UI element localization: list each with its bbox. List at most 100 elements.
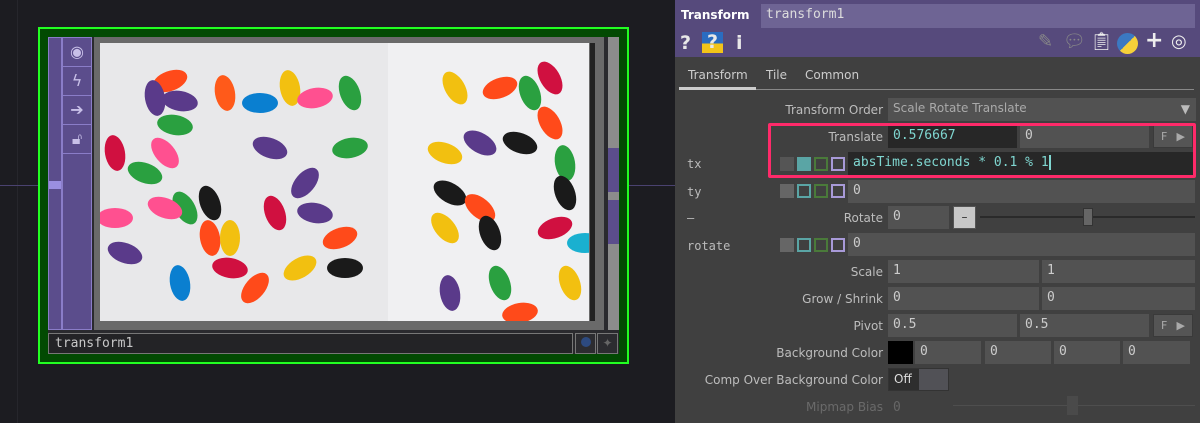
pivot-menu-label: F <box>1161 319 1168 332</box>
jellybean <box>199 220 221 256</box>
bypass-icon[interactable]: ϟ <box>63 67 91 96</box>
jellybean <box>212 257 248 279</box>
scale-x-field[interactable]: 1 <box>888 260 1039 283</box>
chevron-down-icon: ▼ <box>1180 102 1190 116</box>
pencil-icon[interactable]: ✎ <box>1038 31 1053 52</box>
rotate-expr-field[interactable]: 0 <box>848 233 1195 256</box>
display-icon[interactable] <box>575 333 596 354</box>
jellybean <box>157 114 193 136</box>
target-icon[interactable]: ◎ <box>1171 31 1187 52</box>
mipmap-bias-label: Mipmap Bias <box>806 400 883 414</box>
export-icon[interactable]: ➔ <box>63 96 91 125</box>
bg-b-field[interactable]: 0 <box>1054 341 1120 364</box>
jellybean <box>127 161 163 185</box>
bg-color-label: Background Color <box>776 346 883 360</box>
add-icon[interactable]: + <box>1145 28 1163 53</box>
scale-y-field[interactable]: 1 <box>1042 260 1195 283</box>
bg-r-field[interactable]: 0 <box>915 341 981 364</box>
mode-expression-toggle[interactable] <box>797 238 811 252</box>
mode-constant-toggle[interactable] <box>780 238 794 252</box>
tab-tile[interactable]: Tile <box>766 68 787 82</box>
node-body: ◉ ϟ ➔ 🔓︎ transform1 ✦ <box>48 37 619 354</box>
jellybean <box>252 136 288 160</box>
node-flags: ◉ ϟ ➔ 🔓︎ <box>62 37 92 330</box>
jellybean <box>297 87 333 109</box>
viewer-edge <box>590 43 595 321</box>
rotate-collapse-icon[interactable]: — <box>687 211 694 225</box>
parameter-panel: Transform transform1 ? ? i ✎ 💬︎ 📋︎ + ◎ T… <box>675 0 1200 423</box>
jellybean <box>242 93 278 113</box>
transform-node[interactable]: ◉ ϟ ➔ 🔓︎ transform1 ✦ <box>38 27 629 364</box>
rotate-field[interactable]: 0 <box>888 206 949 229</box>
pivot-menu-button[interactable]: F ▶ <box>1153 314 1193 337</box>
tab-common[interactable]: Common <box>805 68 859 82</box>
tx-label: tx <box>687 157 702 171</box>
jellybean <box>327 258 363 278</box>
jellybean <box>107 241 143 265</box>
jellybean <box>283 255 317 281</box>
jellybean <box>291 167 319 199</box>
transform-order-dropdown[interactable]: Scale Rotate Translate ▼ <box>888 98 1196 121</box>
rotate-expr-label: rotate <box>687 239 731 253</box>
grow-y-field[interactable]: 0 <box>1042 287 1195 310</box>
transform-order-value: Scale Rotate Translate <box>893 101 1027 115</box>
scale-label: Scale <box>850 265 883 279</box>
toggle-knob <box>919 369 948 390</box>
comp-over-value: Off <box>894 372 912 386</box>
render-icon[interactable]: ✦ <box>597 333 618 354</box>
pivot-x-field[interactable]: 0.5 <box>888 314 1017 337</box>
python-icon[interactable] <box>1117 33 1138 54</box>
bg-a-field[interactable]: 0 <box>1123 341 1190 364</box>
info-icon[interactable]: i <box>736 32 743 54</box>
comp-over-label: Comp Over Background Color <box>704 373 883 387</box>
lock-icon[interactable]: 🔓︎ <box>63 125 91 154</box>
mode-bind-toggle[interactable] <box>831 238 845 252</box>
tab-active-indicator <box>679 87 756 90</box>
highlight-box <box>768 123 1196 178</box>
jellybean <box>169 265 191 301</box>
op-type: Transform <box>681 8 750 22</box>
bg-color-swatch[interactable] <box>888 341 913 364</box>
mipmap-bias-value: 0 <box>893 400 901 415</box>
tab-divider <box>679 89 1194 90</box>
python-help-icon[interactable]: ? <box>702 32 723 53</box>
ty-value-field[interactable]: 0 <box>848 180 1195 203</box>
panel-header: Transform transform1 ? ? i ✎ 💬︎ 📋︎ + ◎ <box>675 0 1200 57</box>
mode-expression-toggle[interactable] <box>797 184 811 198</box>
jellybean <box>198 185 222 221</box>
collapse-button[interactable]: – <box>953 206 976 229</box>
grid-line <box>17 0 18 423</box>
output-connector[interactable] <box>608 148 619 192</box>
rotate-label: Rotate <box>843 211 883 225</box>
op-name-field[interactable]: transform1 <box>761 4 1195 28</box>
output-connector[interactable] <box>608 200 619 244</box>
pivot-label: Pivot <box>853 319 883 333</box>
mode-export-toggle[interactable] <box>814 238 828 252</box>
comment-icon[interactable]: 💬︎ <box>1063 31 1086 52</box>
transform-order-label: Transform Order <box>785 103 883 117</box>
ty-label: ty <box>687 185 702 199</box>
mode-bind-toggle[interactable] <box>831 184 845 198</box>
comp-over-toggle[interactable]: Off <box>888 368 949 391</box>
jellybean <box>104 135 126 171</box>
jellybean <box>100 208 133 228</box>
jellybean <box>220 220 240 256</box>
clipboard-icon[interactable]: 📋︎ <box>1090 31 1113 52</box>
jellybean <box>297 202 333 224</box>
input-connector[interactable] <box>49 181 61 189</box>
bg-g-field[interactable]: 0 <box>985 341 1051 364</box>
jellybean <box>338 75 362 111</box>
rotate-slider-handle[interactable] <box>1082 208 1093 226</box>
node-input-strip[interactable] <box>48 37 62 330</box>
node-name-field[interactable]: transform1 <box>48 333 573 354</box>
viewer-icon[interactable]: ◉ <box>63 38 91 67</box>
tab-transform[interactable]: Transform <box>688 68 748 82</box>
jellybean <box>322 226 358 250</box>
mode-export-toggle[interactable] <box>814 184 828 198</box>
node-output-strip[interactable] <box>608 37 619 330</box>
help-icon[interactable]: ? <box>680 32 691 54</box>
grow-x-field[interactable]: 0 <box>888 287 1039 310</box>
jellybean-image <box>100 43 589 321</box>
pivot-y-field[interactable]: 0.5 <box>1020 314 1149 337</box>
mode-constant-toggle[interactable] <box>780 184 794 198</box>
